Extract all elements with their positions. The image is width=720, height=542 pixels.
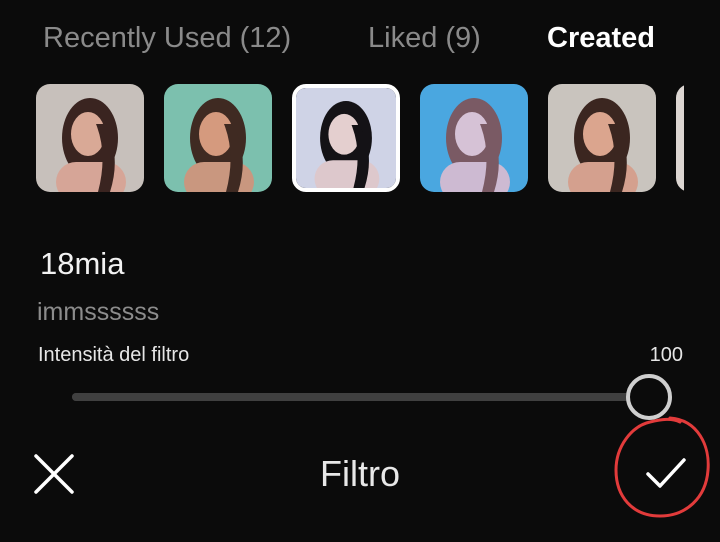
filter-thumbnail[interactable] [164,84,272,192]
filter-thumbnail-partial[interactable] [676,84,684,192]
portrait-thumbnail-image [420,84,528,192]
filter-thumbnail-selected[interactable] [292,84,400,192]
bottom-bar: Filtro [0,430,720,520]
intensity-value: 100 [649,344,683,366]
filter-thumbnail-strip[interactable] [36,84,684,192]
filter-author: immssssss [37,298,160,326]
filter-thumbnail[interactable] [420,84,528,192]
portrait-thumbnail-image [676,84,684,192]
tab-created[interactable]: Created [547,18,655,58]
tab-liked[interactable]: Liked (9) [368,18,481,58]
intensity-slider-thumb[interactable] [626,374,672,420]
confirm-button[interactable] [640,446,692,498]
page-title: Filtro [320,453,400,494]
filter-name: 18mia [40,246,125,281]
filter-thumbnail[interactable] [548,84,656,192]
filter-category-tabs: Recently Used (12) Liked (9) Created [0,18,720,62]
portrait-thumbnail-image [548,84,656,192]
portrait-thumbnail-image [36,84,144,192]
intensity-slider-fill [72,393,648,401]
portrait-thumbnail-image [164,84,272,192]
filter-thumbnail[interactable] [36,84,144,192]
portrait-thumbnail-image [296,88,396,188]
intensity-slider-track[interactable] [72,393,648,401]
intensity-label: Intensità del filtro [38,344,190,366]
tab-recently-used[interactable]: Recently Used (12) [43,18,291,58]
checkmark-icon [646,458,686,488]
